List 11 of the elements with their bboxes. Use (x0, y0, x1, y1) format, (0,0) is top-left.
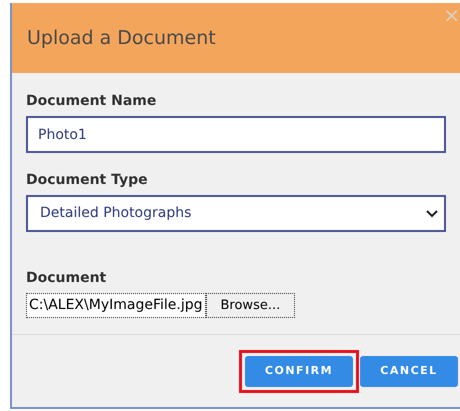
file-path-field[interactable]: C:\ALEX\MyImageFile.jpg (26, 293, 206, 318)
dialog-title: Upload a Document (27, 26, 216, 51)
action-button[interactable]: CONFIRM (245, 356, 353, 386)
field-label: Document (26, 269, 106, 288)
field-label: Document Name (26, 92, 156, 111)
name-field[interactable]: Photo1 (26, 116, 446, 153)
chevron-down-icon (426, 210, 438, 218)
action-button[interactable]: CANCEL (360, 356, 458, 386)
field-label: Document Type (26, 171, 148, 190)
type-dropdown[interactable]: Detailed Photographs (26, 195, 446, 232)
browse-button[interactable]: Browse... (206, 293, 296, 318)
